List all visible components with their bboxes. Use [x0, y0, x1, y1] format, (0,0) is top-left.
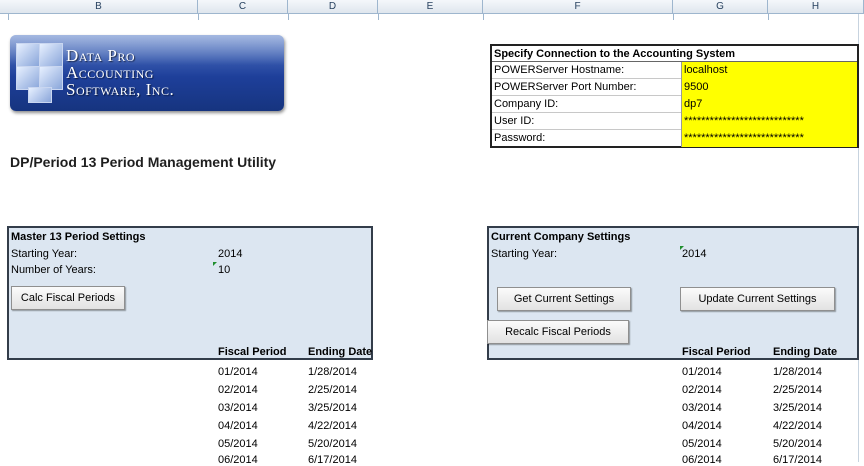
connection-row-port: POWERServer Port Number: 9500 — [492, 79, 857, 96]
page-title: DP/Period 13 Period Management Utility — [10, 154, 277, 170]
current-period-cell[interactable]: 03/2014 — [682, 402, 722, 414]
current-period-cell[interactable]: 01/2014 — [682, 366, 722, 378]
current-ending-cell[interactable]: 4/22/2014 — [773, 420, 822, 432]
port-label: POWERServer Port Number: — [494, 81, 637, 93]
current-ending-cell[interactable]: 5/20/2014 — [773, 438, 822, 450]
master-num-years-label: Number of Years: — [11, 264, 96, 276]
user-id-field[interactable]: **************************** — [681, 113, 857, 130]
master-col-fiscal-period: Fiscal Period — [218, 346, 287, 358]
column-header-f[interactable]: F — [483, 0, 673, 13]
current-starting-year-label: Starting Year: — [491, 248, 558, 260]
current-ending-cell[interactable]: 1/28/2014 — [773, 366, 822, 378]
gridline — [8, 14, 9, 20]
connection-row-user: User ID: **************************** — [492, 113, 857, 130]
master-num-years-value[interactable]: 10 — [218, 264, 230, 276]
master-ending-cell[interactable]: 4/22/2014 — [308, 420, 357, 432]
current-ending-cell[interactable]: 6/17/2014 — [773, 454, 822, 466]
master-period-cell[interactable]: 01/2014 — [218, 366, 258, 378]
get-current-settings-button[interactable]: Get Current Settings — [497, 287, 631, 311]
master-period-cell[interactable]: 05/2014 — [218, 438, 258, 450]
logo-square-icon — [16, 43, 40, 67]
master-ending-cell[interactable]: 3/25/2014 — [308, 402, 357, 414]
current-period-cell[interactable]: 06/2014 — [682, 454, 722, 466]
password-label: Password: — [494, 132, 546, 144]
company-id-field[interactable]: dp7 — [681, 96, 857, 113]
column-header-g[interactable]: G — [673, 0, 768, 13]
logo-square-icon — [28, 87, 52, 103]
column-header-e[interactable]: E — [378, 0, 483, 13]
gridline — [673, 14, 674, 20]
master-ending-cell[interactable]: 2/25/2014 — [308, 384, 357, 396]
recalc-fiscal-periods-button[interactable]: Recalc Fiscal Periods — [487, 320, 629, 344]
user-id-label: User ID: — [494, 115, 535, 127]
password-field[interactable]: **************************** — [681, 130, 857, 147]
current-col-fiscal-period: Fiscal Period — [682, 346, 751, 358]
master-period-cell[interactable]: 06/2014 — [218, 454, 258, 466]
gridline — [198, 14, 199, 20]
current-period-cell[interactable]: 04/2014 — [682, 420, 722, 432]
logo-line-2: Accounting — [66, 63, 154, 82]
connection-panel: Specify Connection to the Accounting Sys… — [490, 44, 859, 148]
gridline — [288, 14, 289, 20]
master-ending-cell[interactable]: 5/20/2014 — [308, 438, 357, 450]
current-period-cell[interactable]: 05/2014 — [682, 438, 722, 450]
connection-row-hostname: POWERServer Hostname: localhost — [492, 62, 857, 79]
logo-square-icon — [39, 43, 63, 67]
master-starting-year-label: Starting Year: — [11, 248, 78, 260]
master-starting-year-value[interactable]: 2014 — [218, 248, 242, 260]
connection-header: Specify Connection to the Accounting Sys… — [492, 46, 857, 62]
port-field[interactable]: 9500 — [681, 79, 857, 96]
connection-row-company: Company ID: dp7 — [492, 96, 857, 113]
master-col-ending-date: Ending Date — [308, 346, 373, 358]
current-ending-cell[interactable]: 2/25/2014 — [773, 384, 822, 396]
error-indicator-icon — [213, 262, 217, 266]
connection-row-password: Password: **************************** — [492, 130, 857, 147]
logo-text: Data Pro Accounting Software, Inc. — [66, 47, 174, 98]
master-ending-cell[interactable]: 1/28/2014 — [308, 366, 357, 378]
current-settings-title: Current Company Settings — [491, 231, 631, 243]
master-settings-title: Master 13 Period Settings — [11, 231, 146, 243]
master-period-cell[interactable]: 03/2014 — [218, 402, 258, 414]
current-starting-year-value[interactable]: 2014 — [682, 248, 706, 260]
column-header-b[interactable]: B — [0, 0, 198, 13]
gridline — [378, 14, 379, 20]
current-col-ending-date: Ending Date — [773, 346, 838, 358]
company-logo: Data Pro Accounting Software, Inc. — [10, 35, 284, 111]
company-id-label: Company ID: — [494, 98, 559, 110]
column-header-bar: B C D E F G H — [0, 0, 864, 14]
calc-fiscal-periods-button[interactable]: Calc Fiscal Periods — [11, 286, 125, 310]
column-header-c[interactable]: C — [198, 0, 288, 13]
current-period-cell[interactable]: 02/2014 — [682, 384, 722, 396]
column-header-d[interactable]: D — [288, 0, 378, 13]
master-period-cell[interactable]: 02/2014 — [218, 384, 258, 396]
hostname-field[interactable]: localhost — [681, 62, 857, 79]
logo-line-1: Data Pro — [66, 46, 136, 65]
gridline — [483, 14, 484, 20]
update-current-settings-button[interactable]: Update Current Settings — [680, 287, 835, 311]
column-header-h[interactable]: H — [768, 0, 864, 13]
master-ending-cell[interactable]: 6/17/2014 — [308, 454, 357, 466]
logo-line-3: Software, Inc. — [66, 80, 175, 99]
current-ending-cell[interactable]: 3/25/2014 — [773, 402, 822, 414]
gridline — [768, 14, 769, 20]
master-period-cell[interactable]: 04/2014 — [218, 420, 258, 432]
hostname-label: POWERServer Hostname: — [494, 64, 625, 76]
